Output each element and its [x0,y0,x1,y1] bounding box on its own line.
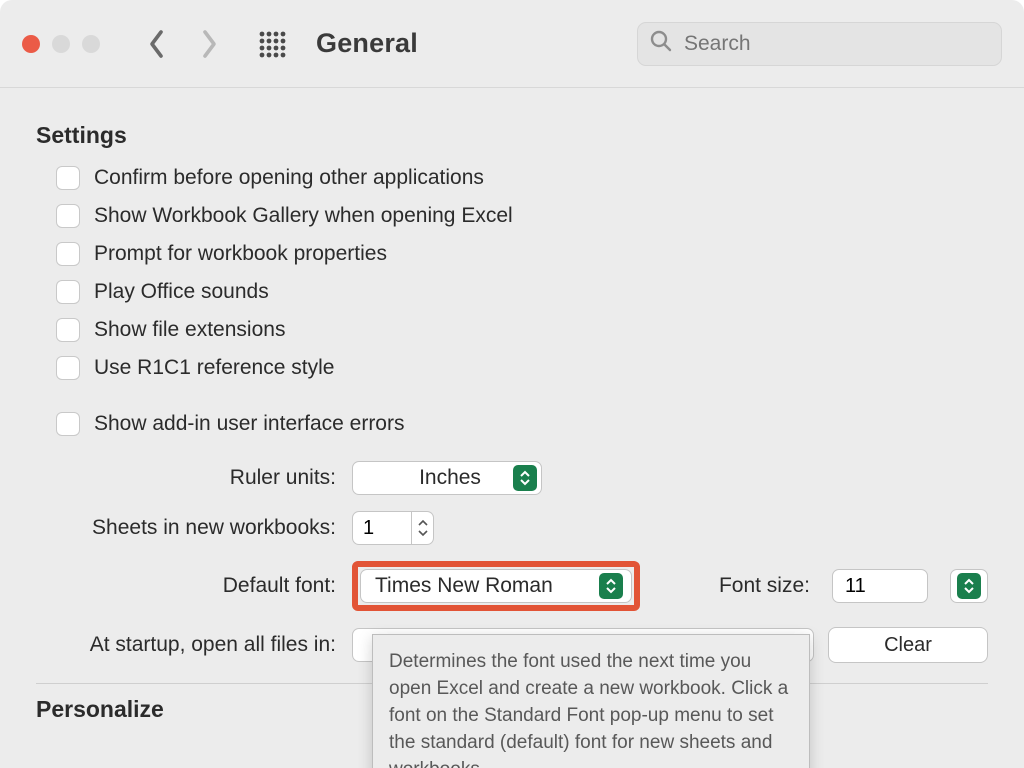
window-controls [22,35,100,53]
checkbox-label: Show Workbook Gallery when opening Excel [94,204,513,228]
preferences-window: General Settings Confirm before opening … [0,0,1024,768]
checkbox-addin-errors[interactable] [56,412,80,436]
ruler-label: Ruler units: [36,466,336,490]
search-input[interactable] [682,31,989,57]
checkbox-r1c1[interactable] [56,356,80,380]
checkbox-properties[interactable] [56,242,80,266]
checkbox-gallery[interactable] [56,204,80,228]
ruler-units-popup[interactable]: Inches [352,461,542,495]
checkbox-label: Prompt for workbook properties [94,242,387,266]
form-grid: Ruler units: Inches Sheets in new workbo… [36,461,988,663]
checkbox-label: Confirm before opening other application… [94,166,484,190]
settings-heading: Settings [36,122,988,149]
chevron-updown-icon [599,573,623,599]
tooltip-text: Determines the font used the next time y… [389,651,788,768]
sheets-stepper[interactable] [352,511,434,545]
checkbox-confirm-apps[interactable] [56,166,80,190]
checkbox-sounds[interactable] [56,280,80,304]
default-font-tooltip: Determines the font used the next time y… [372,634,810,768]
chevron-updown-icon [513,465,537,491]
checkbox-extensions[interactable] [56,318,80,342]
close-window-button[interactable] [22,35,40,53]
addin-errors-row: Show add-in user interface errors [36,405,988,443]
checkbox-label: Show add-in user interface errors [94,412,404,436]
nav-arrows [148,29,218,59]
ruler-units-value: Inches [419,466,481,490]
minimize-window-button[interactable] [52,35,70,53]
search-icon [650,30,672,57]
startup-label: At startup, open all files in: [36,633,336,657]
settings-checklist: Confirm before opening other application… [36,159,988,387]
back-button[interactable] [148,29,166,59]
forward-button[interactable] [200,29,218,59]
font-size-label: Font size: [719,574,810,598]
checkbox-label: Use R1C1 reference style [94,356,334,380]
checkbox-label: Play Office sounds [94,280,269,304]
font-size-input[interactable] [832,569,928,603]
clear-button[interactable]: Clear [828,627,988,663]
clear-button-label: Clear [884,634,932,657]
default-font-label: Default font: [36,574,336,598]
stepper-arrows[interactable] [412,511,434,545]
chevron-updown-icon [957,573,981,599]
font-size-stepper[interactable] [950,569,988,603]
show-all-icon[interactable] [258,30,286,58]
default-font-value: Times New Roman [375,574,553,598]
checkbox-label: Show file extensions [94,318,285,342]
default-font-popup[interactable]: Times New Roman [360,569,632,603]
toolbar: General [0,0,1024,88]
content-area: Settings Confirm before opening other ap… [0,88,1024,723]
sheets-input[interactable] [352,511,412,545]
sheets-label: Sheets in new workbooks: [36,516,336,540]
zoom-window-button[interactable] [82,35,100,53]
page-title: General [316,28,418,59]
search-field[interactable] [637,22,1002,66]
default-font-highlight: Times New Roman [352,561,640,611]
